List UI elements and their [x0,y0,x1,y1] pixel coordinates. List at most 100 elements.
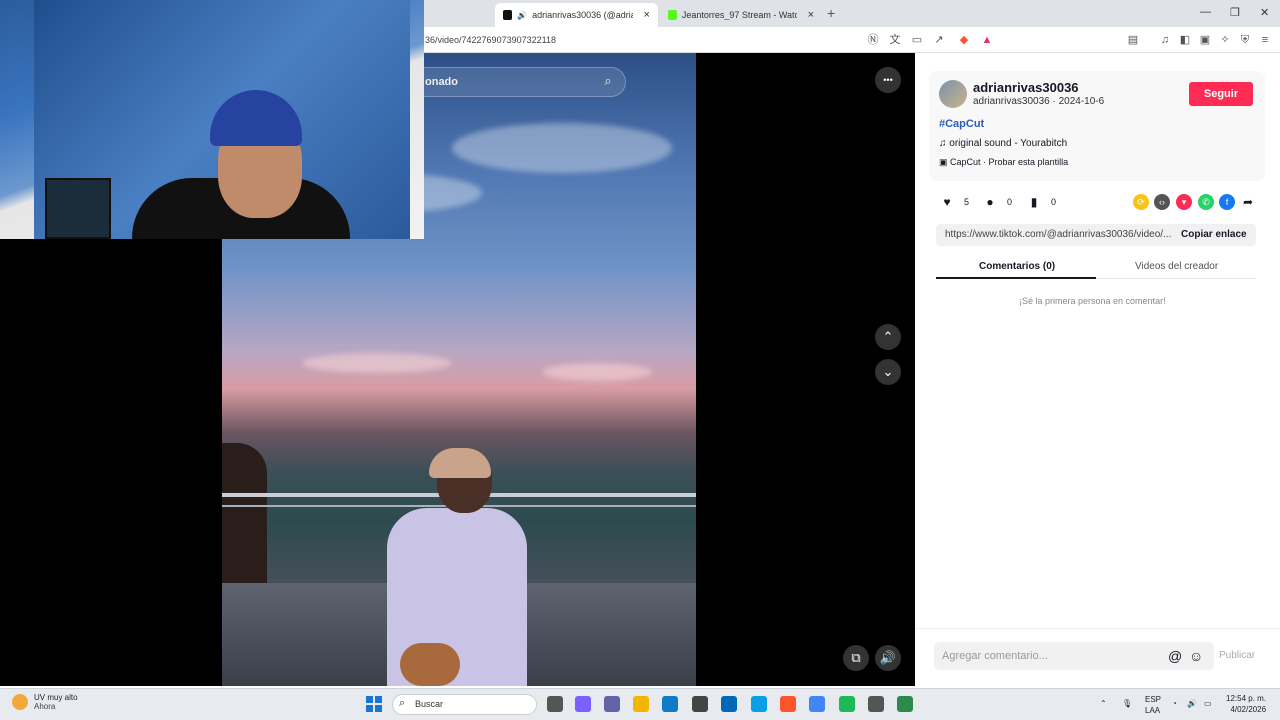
obs-icon[interactable] [868,696,884,712]
brave-rewards-icon[interactable]: ▲ [979,32,995,48]
next-video-button[interactable]: ⌄ [875,359,901,385]
video-link-text[interactable]: https://www.tiktok.com/@adrianrivas30036… [945,229,1171,240]
menu-icon[interactable]: ≡ [1257,32,1273,48]
hp-icon[interactable] [721,696,737,712]
whatsapp-icon[interactable]: ✆ [1198,194,1214,210]
windows-start-icon[interactable] [366,696,382,712]
volume-tray-icon[interactable]: 🔊 [1187,699,1197,708]
language-indicator[interactable]: ESP LAA [1145,694,1161,716]
like-stat[interactable]: ♥ 5 [940,195,969,209]
tab-kick-stream[interactable]: Jeantorres_97 Stream - Watch Live o × [660,3,822,27]
publish-button[interactable]: Publicar [1219,650,1255,661]
store-icon[interactable] [692,696,708,712]
search-icon: ⌕ [399,697,406,709]
mention-icon[interactable]: @ [1168,648,1182,664]
file-explorer-icon[interactable] [633,696,649,712]
cloud-shape [302,353,452,373]
copilot-icon[interactable] [575,696,591,712]
app-icon[interactable] [751,696,767,712]
clock-date: 4/02/2026 [1230,705,1267,714]
weather-subtitle: Ahora [34,702,56,711]
capcut-text: CapCut · Probar esta plantilla [950,157,1069,167]
brave-icon[interactable] [780,696,796,712]
weather-widget[interactable]: UV muy alto Ahora [12,693,78,711]
tiktok-favicon-icon [503,10,513,20]
microphone-icon[interactable]: 🎙 [1122,699,1132,708]
hashtag-link[interactable]: #CapCut [939,118,984,130]
creator-username[interactable]: adrianrivas30036 [973,80,1079,95]
reader-mode-icon[interactable]: ▤ [1125,32,1141,48]
heart-icon: ♥ [943,195,951,209]
empty-comments-message: ¡Sé la primera persona en comentar! [1019,296,1166,306]
tab-creator-videos[interactable]: Videos del creador [1135,261,1218,272]
teams-icon[interactable] [604,696,620,712]
url-field[interactable]: 36/video/7422769073907322118 [425,35,556,45]
notepad-icon[interactable] [897,696,913,712]
sound-title: original sound - Yourabitch [949,138,1068,149]
webcam-overlay [0,0,424,239]
avatar[interactable] [939,80,967,108]
save-count: 0 [1051,197,1057,207]
tab-tiktok-video[interactable]: 🔊 adrianrivas30036 (@adrianriv × [495,3,658,27]
restore-icon[interactable]: ❐ [1230,6,1240,19]
wallet-icon[interactable]: ▣ [1197,32,1213,48]
floating-player-button[interactable]: ⧉ [843,645,869,671]
sun-icon [12,694,28,710]
cloud-shape [452,123,672,173]
vpn-icon[interactable]: ⛨ [1237,32,1253,48]
comment-stat[interactable]: ● 0 [983,195,1012,209]
capcut-icon: ▣ [939,157,951,167]
taskbar-search-label: Buscar [415,699,444,709]
chrome-icon[interactable] [809,696,825,712]
spotify-icon[interactable] [839,696,855,712]
previous-video-button[interactable]: ⌃ [875,324,901,350]
comment-icon: ● [986,195,994,209]
task-view-icon[interactable] [547,696,563,712]
battery-icon[interactable]: ▭ [1204,699,1212,708]
save-stat[interactable]: ▮ 0 [1027,195,1056,209]
sidebar-icon[interactable]: ◧ [1177,32,1193,48]
emoji-icon[interactable]: ☺ [1189,648,1203,664]
copy-link-button[interactable]: Copiar enlace [1181,229,1247,240]
embed-icon[interactable]: ‹› [1154,194,1170,210]
facebook-icon[interactable]: f [1219,194,1235,210]
weather-title: UV muy alto [34,693,78,702]
brave-shields-icon[interactable]: ◆ [956,32,972,48]
tab-comments[interactable]: Comentarios (0) [979,261,1055,272]
volume-button[interactable]: 🔊 [875,645,901,671]
repost-icon[interactable]: ⟳ [1133,194,1149,210]
more-options-button[interactable]: ••• [875,67,901,93]
media-icon[interactable]: ♫ [1157,32,1173,48]
taskbar-search[interactable] [392,694,537,715]
kick-favicon-icon [668,10,677,20]
system-clock[interactable]: 12:54 p. m. 4/02/2026 [1226,693,1266,715]
tab-title: adrianrivas30036 (@adrianriv [532,10,632,20]
person-bag [400,643,460,686]
translate-icon[interactable]: 文 [887,32,903,48]
minimize-icon[interactable]: — [1200,6,1211,18]
new-tab-button[interactable]: + [827,5,835,21]
show-hidden-icons[interactable]: ⌃ [1100,699,1107,708]
share-page-icon[interactable]: ↗ [931,32,947,48]
speaker-icon: 🔊 [517,10,528,20]
cast-icon[interactable]: ▭ [909,32,925,48]
no-tracking-icon[interactable]: Ⓝ [865,32,881,48]
screen: 🔊 adrianrivas30036 (@adrianriv × Jeantor… [0,0,1280,720]
search-icon[interactable]: ⌕ [600,73,616,89]
follow-button[interactable]: Seguir [1189,82,1253,106]
capcut-template-link[interactable]: ▣ CapCut · Probar esta plantilla [939,157,1068,168]
keyboard-layout: LAA [1145,706,1161,715]
leo-ai-icon[interactable]: ✧ [1217,32,1233,48]
comment-placeholder: Agregar comentario... [942,650,1048,662]
close-tab-icon[interactable]: × [644,9,650,21]
send-icon[interactable]: ▾ [1176,194,1192,210]
close-tab-icon[interactable]: × [808,9,814,21]
music-note-icon: ♫ [939,138,950,149]
sound-link[interactable]: ♫ original sound - Yourabitch [939,138,1067,149]
wifi-icon[interactable]: ◔ [1172,699,1177,708]
close-window-icon[interactable]: ✕ [1260,6,1269,19]
edge-icon[interactable] [662,696,678,712]
search-text: onado [425,76,458,88]
like-count: 5 [964,197,970,207]
share-arrow-icon[interactable]: ➦ [1240,194,1256,210]
